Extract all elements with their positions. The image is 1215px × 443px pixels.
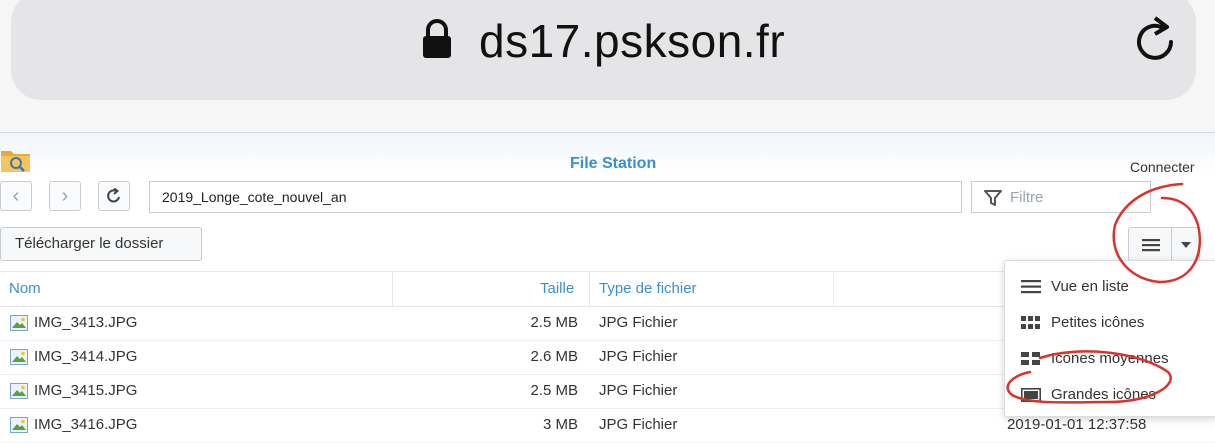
file-type: JPG Fichier — [599, 348, 678, 365]
image-file-icon — [10, 349, 28, 365]
file-type: JPG Fichier — [599, 416, 678, 433]
file-name: IMG_3414.JPG — [34, 348, 138, 365]
view-mode-button[interactable] — [1128, 227, 1172, 261]
filter-input[interactable]: Filtre — [971, 181, 1151, 213]
file-name: IMG_3416.JPG — [34, 416, 138, 433]
refresh-icon — [107, 188, 120, 203]
menu-item-small-icons[interactable]: Petites icônes — [1005, 305, 1215, 339]
download-folder-button[interactable]: Télécharger le dossier — [0, 227, 202, 261]
column-divider — [833, 272, 834, 306]
small-grid-icon — [1021, 316, 1040, 329]
list-icon — [1021, 280, 1041, 294]
file-station-folder-icon — [1, 151, 30, 172]
menu-item-list-view[interactable]: Vue en liste — [1005, 269, 1215, 303]
image-file-icon — [10, 315, 28, 331]
menu-item-medium-icons[interactable]: Icônes moyennes — [1005, 341, 1215, 375]
column-divider — [589, 272, 590, 306]
view-mode-menu: Vue en liste Petites icônes Icônes moyen… — [1004, 260, 1215, 417]
browser-toolbar: ds17.pskson.fr — [0, 0, 1215, 132]
column-divider — [392, 272, 393, 306]
path-field[interactable]: 2019_Longe_cote_nouvel_an — [149, 181, 962, 213]
medium-grid-icon — [1021, 352, 1040, 365]
menu-item-label: Icônes moyennes — [1051, 350, 1169, 367]
app-title: File Station — [570, 155, 657, 172]
image-file-icon — [10, 417, 28, 433]
filter-placeholder: Filtre — [1010, 189, 1044, 206]
file-name: IMG_3413.JPG — [34, 314, 138, 331]
address-bar[interactable]: ds17.pskson.fr — [11, 0, 1196, 100]
url-text: ds17.pskson.fr — [479, 15, 786, 67]
menu-item-label: Petites icônes — [1051, 314, 1145, 331]
column-name[interactable]: Nom — [9, 280, 41, 297]
menu-item-label: Grandes icônes — [1051, 386, 1157, 403]
image-file-icon — [10, 383, 28, 399]
large-icon — [1021, 388, 1041, 402]
column-size[interactable]: Taille — [540, 280, 574, 297]
window-header: File Station Connecter — [0, 133, 1215, 177]
file-size: 2.5 MB — [530, 382, 578, 399]
file-name: IMG_3415.JPG — [34, 382, 138, 399]
lock-icon — [423, 19, 451, 58]
refresh-button[interactable] — [98, 181, 130, 211]
file-size: 2.5 MB — [530, 314, 578, 331]
file-modified-date: 2019-01-01 12:37:58 — [1007, 416, 1147, 433]
file-size: 3 MB — [542, 416, 578, 433]
caret-down-icon — [1181, 242, 1191, 248]
file-type: JPG Fichier — [599, 382, 678, 399]
connect-link[interactable]: Connecter — [1130, 159, 1195, 175]
forward-button[interactable]: › — [49, 181, 81, 211]
view-mode-dropdown[interactable] — [1172, 227, 1200, 261]
funnel-icon — [984, 190, 1002, 206]
menu-item-label: Vue en liste — [1051, 278, 1129, 295]
file-size: 2.6 MB — [530, 348, 578, 365]
reload-icon[interactable] — [1131, 14, 1181, 66]
back-button[interactable]: ‹ — [0, 181, 32, 211]
column-type[interactable]: Type de fichier — [599, 280, 697, 297]
menu-item-large-icons[interactable]: Grandes icônes — [1005, 377, 1215, 411]
chevron-right-icon: › — [61, 184, 69, 207]
chevron-left-icon: ‹ — [12, 184, 20, 207]
file-type: JPG Fichier — [599, 314, 678, 331]
list-icon — [1142, 239, 1160, 252]
